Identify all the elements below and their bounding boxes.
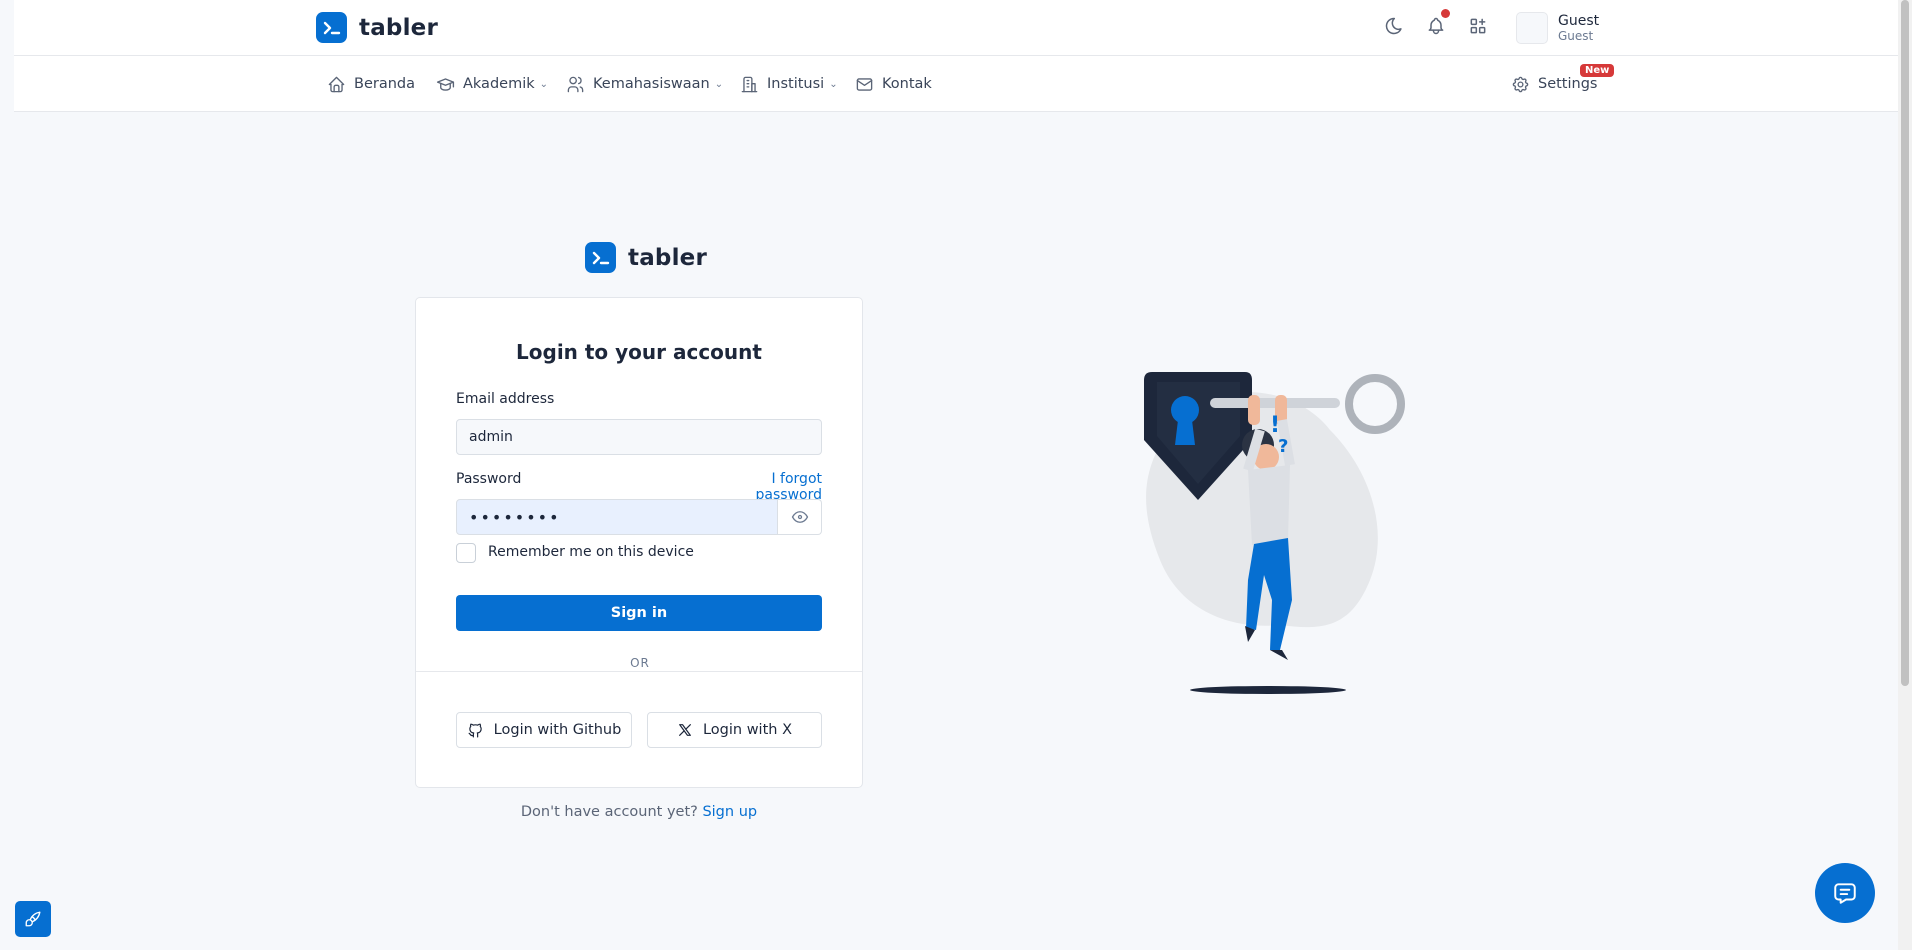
login-github-button[interactable]: Login with Github — [456, 712, 632, 748]
email-label: Email address — [456, 391, 555, 407]
login-title: Login to your account — [516, 340, 762, 364]
signup-text: Don't have account yet? — [520, 804, 698, 820]
github-icon — [468, 723, 482, 737]
new-badge: New — [1580, 64, 1615, 77]
nav-label: Beranda — [354, 76, 415, 92]
home-icon — [328, 76, 345, 92]
nav-label: Kemahasiswaan — [593, 76, 710, 92]
top-header: tabler Guest Guest — [14, 0, 1898, 56]
show-password-button[interactable] — [778, 499, 822, 535]
nav-item-akademik[interactable]: Akademik ⌄ — [436, 56, 548, 112]
avatar — [1516, 12, 1548, 44]
remember-label: Remember me on this device — [488, 544, 694, 560]
chevron-down-icon: ⌄ — [829, 78, 838, 90]
signup-prompt: Don't have account yet? Sign up — [415, 804, 863, 820]
nav-item-kemahasiswaan[interactable]: Kemahasiswaan ⌄ — [566, 56, 723, 112]
sign-in-button[interactable]: Sign in — [456, 595, 822, 631]
building-icon — [741, 76, 758, 92]
divider — [416, 671, 862, 672]
users-icon — [567, 76, 584, 92]
login-card: Login to your account Email address admi… — [415, 297, 863, 788]
moon-icon[interactable] — [1382, 14, 1406, 38]
nav-label: Kontak — [882, 76, 932, 92]
nav-label: Institusi — [767, 76, 825, 92]
user-name: Guest — [1558, 12, 1600, 29]
user-menu[interactable]: Guest Guest — [1516, 12, 1599, 44]
chat-button[interactable] — [1815, 863, 1875, 923]
or-separator: OR — [622, 656, 658, 670]
bell-icon[interactable] — [1424, 9, 1450, 38]
remember-checkbox[interactable] — [456, 543, 476, 563]
mail-icon — [856, 77, 873, 91]
page-left-gutter — [0, 0, 14, 950]
apps-icon[interactable] — [1466, 14, 1490, 38]
nav-label: Akademik — [463, 76, 535, 92]
svg-text:!: ! — [1270, 413, 1280, 438]
brand-name: tabler — [359, 14, 439, 41]
scrollbar-thumb[interactable] — [1901, 0, 1909, 686]
nav-item-kontak[interactable]: Kontak — [855, 56, 932, 112]
chevron-down-icon: ⌄ — [714, 78, 724, 90]
x-logo-icon — [679, 724, 691, 736]
nav-item-beranda[interactable]: Beranda — [327, 56, 415, 112]
password-label: Password — [456, 471, 522, 487]
login-brand[interactable]: tabler — [585, 242, 707, 273]
brush-icon — [25, 911, 41, 927]
main-nav: Beranda Akademik ⌄ Kemahasiswaan ⌄ Insti… — [14, 56, 1898, 112]
x-label: Login with X — [702, 722, 793, 738]
page-scrollbar[interactable] — [1898, 0, 1912, 950]
sign-up-link[interactable]: Sign up — [702, 804, 757, 820]
tabler-logo-icon — [585, 242, 616, 273]
password-field[interactable]: •••••••• — [456, 499, 778, 535]
gear-icon — [1512, 76, 1529, 92]
message-icon — [1834, 883, 1856, 904]
login-x-button[interactable]: Login with X — [647, 712, 822, 748]
school-icon — [436, 77, 455, 91]
github-label: Login with Github — [493, 722, 622, 738]
chevron-down-icon: ⌄ — [539, 78, 549, 90]
header-actions — [1382, 9, 1490, 38]
brand-logo[interactable]: tabler — [316, 12, 438, 43]
tabler-logo-icon — [316, 12, 347, 43]
nav-item-institusi[interactable]: Institusi ⌄ — [740, 56, 838, 112]
notification-dot — [1441, 9, 1450, 18]
svg-text:?: ? — [1278, 436, 1288, 457]
eye-icon — [791, 511, 808, 523]
email-field[interactable]: admin — [456, 419, 822, 455]
theme-settings-button[interactable] — [15, 901, 51, 937]
nav-label: Settings — [1538, 76, 1598, 92]
brand-name: tabler — [628, 244, 708, 271]
user-role: Guest — [1558, 28, 1594, 43]
security-illustration: ! ? — [1144, 372, 1405, 694]
